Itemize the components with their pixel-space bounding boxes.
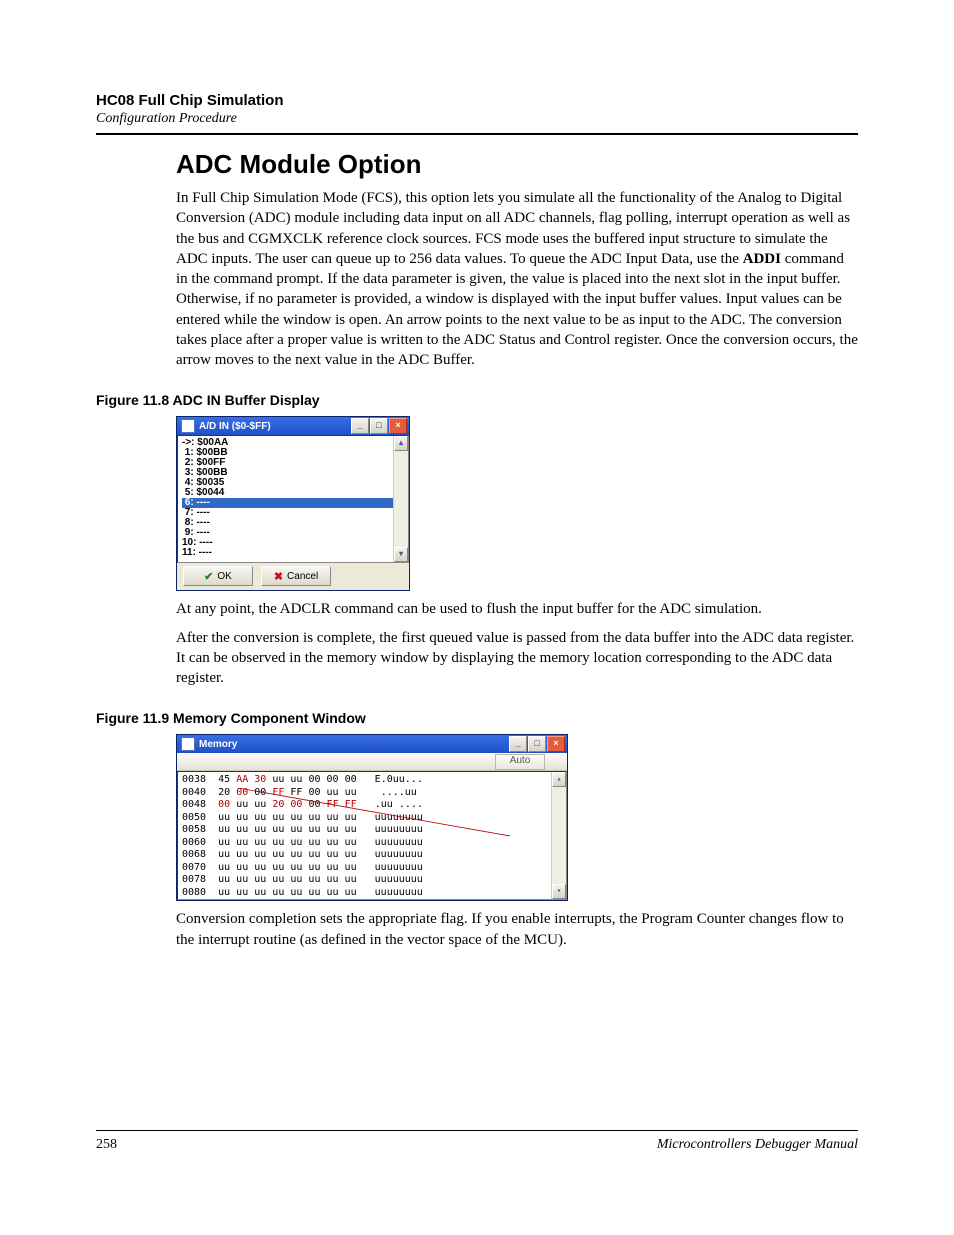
x-icon: ✖ [274,570,283,583]
memory-row: 0070 uu uu uu uu uu uu uu uu uuuuuuuu [182,862,566,875]
memory-row: 0038 45 AA 30 uu uu 00 00 00 E.0uu... [182,774,566,787]
window-icon [181,419,195,433]
paragraph-2: At any point, the ADCLR command can be u… [176,599,858,619]
header-title: HC08 Full Chip Simulation [96,92,858,109]
scroll-track[interactable] [394,451,408,547]
minimize-button[interactable]: _ [351,418,369,434]
adc-titlebar[interactable]: A/D IN ($0-$FF) _ □ × [177,417,409,435]
footer-rule [96,1130,858,1131]
memory-window-container: Memory _ □ × Auto 0038 45 AA 30 uu uu 00… [176,734,858,901]
scroll-down-icon[interactable]: ▾ [394,547,408,562]
paragraph-4: Conversion completion sets the appropria… [176,909,858,950]
memory-row: 0048 00 uu uu 20 00 00 FF FF .uu .... [182,799,566,812]
p1-text-b: command in the command prompt. If the da… [176,251,858,368]
adc-buffer-list[interactable]: ->: $00AA 1: $00BB 2: $00FF 3: $00BB 4: … [177,435,409,563]
memory-window-title: Memory [199,739,509,750]
close-button[interactable]: × [547,736,565,752]
memory-toolbar: Auto [177,753,567,771]
scroll-up-icon[interactable]: ▴ [394,436,408,451]
page-number: 258 [96,1137,117,1153]
page-footer: 258 Microcontrollers Debugger Manual [96,1122,858,1153]
scroll-up-icon[interactable]: ▴ [552,772,566,787]
memory-row: 0060 uu uu uu uu uu uu uu uu uuuuuuuu [182,837,566,850]
list-item[interactable]: 8: ---- [182,518,408,528]
memory-titlebar[interactable]: Memory _ □ × [177,735,567,753]
section-heading: ADC Module Option [176,149,858,180]
scrollbar[interactable]: ▴ ▾ [551,772,566,899]
paragraph-1: In Full Chip Simulation Mode (FCS), this… [176,188,858,370]
header-subtitle: Configuration Procedure [96,111,858,127]
scroll-down-icon[interactable]: ▾ [552,884,566,899]
memory-row: 0058 uu uu uu uu uu uu uu uu uuuuuuuu [182,824,566,837]
scrollbar[interactable]: ▴ ▾ [393,436,408,562]
memory-row: 0078 uu uu uu uu uu uu uu uu uuuuuuuu [182,874,566,887]
minimize-button[interactable]: _ [509,736,527,752]
adc-in-window-container: A/D IN ($0-$FF) _ □ × ->: $00AA 1: $00BB… [176,416,858,591]
list-item[interactable]: 6: ---- [182,498,394,508]
adc-window-title: A/D IN ($0-$FF) [199,421,351,432]
memory-window: Memory _ □ × Auto 0038 45 AA 30 uu uu 00… [176,734,568,901]
header-rule [96,133,858,135]
ok-button[interactable]: ✔ OK [183,566,253,586]
manual-name: Microcontrollers Debugger Manual [657,1137,858,1153]
memory-mode-button[interactable]: Auto [495,754,545,770]
page-header: HC08 Full Chip Simulation Configuration … [96,92,858,127]
scroll-track[interactable] [552,787,566,884]
cancel-label: Cancel [287,571,318,582]
list-item[interactable]: 5: $0044 [182,488,408,498]
list-item[interactable]: 7: ---- [182,508,408,518]
check-icon: ✔ [204,570,213,583]
maximize-button[interactable]: □ [370,418,388,434]
paragraph-3: After the conversion is complete, the fi… [176,628,858,689]
memory-row: 0040 20 00 00 FF FF 00 uu uu ....uu [182,787,566,800]
list-item[interactable]: 9: ---- [182,528,408,538]
figure-11-9-caption: Figure 11.9 Memory Component Window [96,710,858,726]
memory-row: 0050 uu uu uu uu uu uu uu uu uuuuuuuu [182,812,566,825]
close-button[interactable]: × [389,418,407,434]
window-buttons: _ □ × [351,418,407,434]
maximize-button[interactable]: □ [528,736,546,752]
dialog-button-row: ✔ OK ✖ Cancel [177,563,409,590]
list-item[interactable]: 10: ---- [182,538,408,548]
memory-hex-view[interactable]: 0038 45 AA 30 uu uu 00 00 00 E.0uu...004… [177,771,567,900]
window-icon [181,737,195,751]
memory-row: 0068 uu uu uu uu uu uu uu uu uuuuuuuu [182,849,566,862]
list-item[interactable]: 11: ---- [182,548,408,558]
adc-in-window: A/D IN ($0-$FF) _ □ × ->: $00AA 1: $00BB… [176,416,410,591]
figure-11-8-caption: Figure 11.8 ADC IN Buffer Display [96,392,858,408]
window-buttons: _ □ × [509,736,565,752]
p1-bold-addi: ADDI [743,251,781,267]
ok-label: OK [217,571,231,582]
cancel-button[interactable]: ✖ Cancel [261,566,331,586]
memory-row: 0080 uu uu uu uu uu uu uu uu uuuuuuuu [182,887,566,900]
